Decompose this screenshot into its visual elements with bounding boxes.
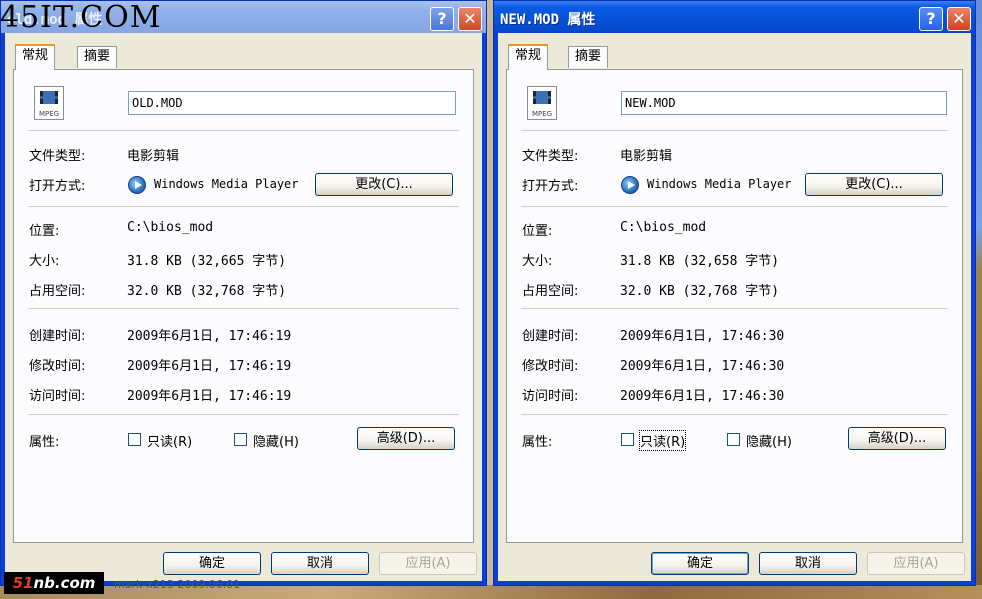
accessed-value: 2009年6月1日, 17:46:19 (127, 389, 292, 404)
readonly-checkbox[interactable] (621, 433, 634, 446)
modified-value: 2009年6月1日, 17:46:30 (620, 359, 785, 374)
general-panel: MPEG OLD.MOD 文件类型: 电影剪辑 打开方式: Windows Me… (13, 69, 474, 543)
attributes-label: 属性: (29, 435, 60, 450)
modified-label: 修改时间: (29, 359, 86, 374)
modified-value: 2009年6月1日, 17:46:19 (127, 359, 292, 374)
hidden-checkbox[interactable] (234, 433, 247, 446)
watermark-logo-suffix: nb.com (33, 574, 96, 592)
watermark-logo-prefix: 51 (12, 574, 34, 592)
separator (28, 414, 459, 415)
ok-button[interactable]: 确定 (163, 552, 261, 575)
separator (521, 206, 948, 207)
separator (521, 308, 948, 309)
created-value: 2009年6月1日, 17:46:19 (127, 329, 292, 344)
location-label: 位置: (29, 224, 60, 239)
separator (521, 414, 948, 415)
open-with-value: Windows Media Player (154, 177, 299, 191)
film-strip-icon (533, 91, 551, 104)
file-type-value: 电影剪辑 (620, 149, 673, 164)
modified-label: 修改时间: (522, 359, 579, 374)
file-name-input[interactable]: NEW.MOD (621, 91, 947, 115)
ok-button[interactable]: 确定 (651, 552, 749, 575)
watermark-top: 45IT.COM (0, 0, 162, 35)
size-label: 大小: (29, 254, 60, 269)
help-button[interactable]: ? (919, 7, 943, 31)
size-value: 31.8 KB (32,665 字节) (127, 254, 287, 269)
readonly-label[interactable]: 只读(R) (638, 430, 687, 451)
tab-summary[interactable]: 摘要 (77, 46, 118, 68)
readonly-label[interactable]: 只读(R) (147, 431, 192, 450)
advanced-button[interactable]: 高级(D)... (357, 427, 455, 450)
file-name-input[interactable]: OLD.MOD (128, 91, 456, 115)
separator (521, 130, 948, 131)
tab-general[interactable]: 常规 (508, 44, 549, 70)
tab-summary[interactable]: 摘要 (568, 46, 609, 68)
location-value: C:\bios_mod (127, 220, 214, 235)
size-on-disk-label: 占用空间: (29, 284, 86, 299)
media-player-icon (621, 176, 639, 194)
general-panel: MPEG NEW.MOD 文件类型: 电影剪辑 打开方式: Windows Me… (506, 69, 963, 543)
close-button[interactable]: ✕ (458, 7, 482, 31)
properties-dialog-new: NEW.MOD 属性 ? ✕ 常规 摘要 MPEG NEW.MOD 文件类型: … (493, 0, 976, 586)
created-label: 创建时间: (29, 329, 86, 344)
size-value: 31.8 KB (32,658 字节) (620, 254, 780, 269)
mpeg-file-icon: MPEG (527, 86, 557, 120)
readonly-checkbox[interactable] (128, 433, 141, 446)
size-on-disk-value: 32.0 KB (32,768 字节) (127, 284, 287, 299)
size-on-disk-label: 占用空间: (522, 284, 579, 299)
size-on-disk-value: 32.0 KB (32,768 字节) (620, 284, 780, 299)
file-type-value: 电影剪辑 (127, 149, 180, 164)
dialog-title: NEW.MOD 属性 (500, 12, 596, 28)
accessed-value: 2009年6月1日, 17:46:30 (620, 389, 785, 404)
open-with-label: 打开方式: (29, 179, 86, 194)
mpeg-icon-label: MPEG (531, 110, 553, 118)
dialog-client: 常规 摘要 MPEG NEW.MOD 文件类型: 电影剪辑 打开方式: Wind… (498, 33, 971, 581)
location-value: C:\bios_mod (620, 220, 707, 235)
open-with-label: 打开方式: (522, 179, 579, 194)
separator (28, 206, 459, 207)
hidden-label[interactable]: 隐藏(H) (253, 431, 299, 450)
close-button[interactable]: ✕ (947, 7, 971, 31)
size-label: 大小: (522, 254, 553, 269)
mpeg-file-icon: MPEG (34, 86, 64, 120)
accessed-label: 访问时间: (522, 389, 579, 404)
title-bar[interactable]: NEW.MOD 属性 ? ✕ (494, 1, 975, 33)
tab-general[interactable]: 常规 (15, 44, 56, 70)
mpeg-icon-label: MPEG (38, 110, 60, 118)
cancel-button[interactable]: 取消 (759, 552, 857, 575)
file-type-label: 文件类型: (522, 149, 579, 164)
separator (28, 308, 459, 309)
film-strip-icon (40, 91, 58, 104)
cancel-button[interactable]: 取消 (271, 552, 369, 575)
attributes-label: 属性: (522, 435, 553, 450)
apply-button[interactable]: 应用(A) (867, 552, 965, 575)
apply-button[interactable]: 应用(A) (379, 552, 477, 575)
hidden-checkbox[interactable] (727, 433, 740, 446)
file-type-label: 文件类型: (29, 149, 86, 164)
desktop-wallpaper (976, 0, 982, 599)
location-label: 位置: (522, 224, 553, 239)
created-value: 2009年6月1日, 17:46:30 (620, 329, 785, 344)
created-label: 创建时间: (522, 329, 579, 344)
hidden-label[interactable]: 隐藏(H) (746, 431, 792, 450)
watermark-logo: 51nb.com (4, 572, 104, 594)
advanced-button[interactable]: 高级(D)... (848, 427, 946, 450)
accessed-label: 访问时间: (29, 389, 86, 404)
separator (28, 130, 459, 131)
change-button[interactable]: 更改(C)... (805, 173, 943, 196)
change-button[interactable]: 更改(C)... (315, 173, 453, 196)
watermark-bottom: mark-x213 2009.06.01 (114, 578, 241, 591)
dialog-client: 常规 摘要 MPEG OLD.MOD 文件类型: 电影剪辑 打开方式: Wind… (5, 33, 482, 581)
help-button[interactable]: ? (430, 7, 454, 31)
properties-dialog-old: old.mod 属性 ? ✕ 常规 摘要 MPEG OLD.MOD 文件类型: … (0, 0, 487, 586)
media-player-icon (128, 176, 146, 194)
open-with-value: Windows Media Player (647, 177, 792, 191)
